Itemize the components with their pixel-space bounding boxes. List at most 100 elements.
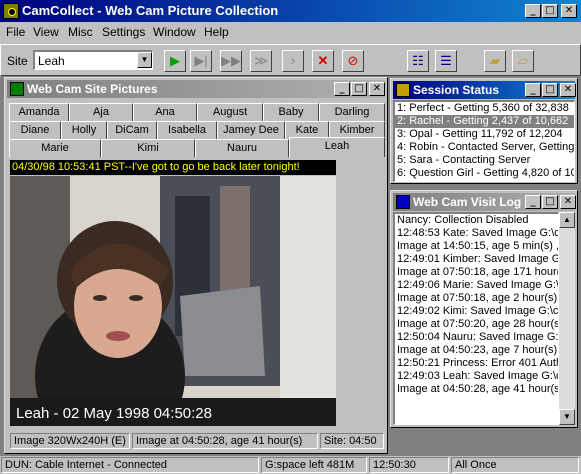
- tab-dicam[interactable]: DiCam: [107, 121, 157, 139]
- folder-button[interactable]: ▱: [512, 50, 534, 72]
- tab-jamey-dee[interactable]: Jamey Dee: [217, 121, 285, 139]
- visit-log-title-bar[interactable]: Web Cam Visit Log _ □ ✕: [393, 193, 576, 211]
- session-close-button[interactable]: ✕: [560, 83, 576, 97]
- folder-icon: ▱: [518, 53, 528, 68]
- session-list[interactable]: 1: Perfect - Getting 5,360 of 32,838 2: …: [393, 100, 575, 182]
- fast-forward-button[interactable]: ≫: [250, 50, 272, 72]
- site-pictures-close-button[interactable]: ✕: [369, 82, 385, 96]
- close-button[interactable]: ✕: [561, 4, 577, 18]
- log-entry: Image at 04:50:23, age 7 hour(s) , d: [397, 344, 559, 356]
- log-entry: 12:48:53 Kate: Saved Image G:\ca: [397, 227, 559, 239]
- log-entry: 12:49:01 Kimber: Saved Image G:\c: [397, 253, 559, 265]
- site-label: Site: [7, 54, 28, 68]
- list-icon: ☰: [440, 53, 452, 68]
- connection-status: DUN: Cable Internet - Connected: [1, 457, 259, 473]
- tab-ana[interactable]: Ana: [133, 103, 197, 121]
- log-entry: 12:49:03 Leah: Saved Image G:\ca: [397, 370, 559, 382]
- tab-marie[interactable]: Marie: [9, 139, 101, 157]
- image-caption: Leah - 02 May 1998 04:50:28: [16, 405, 212, 422]
- status-bar: DUN: Cable Internet - Connected G:space …: [0, 456, 581, 474]
- site-pictures-title: Web Cam Site Pictures: [27, 82, 158, 96]
- menu-file[interactable]: File: [6, 25, 25, 39]
- log-entry: Image at 07:50:20, age 28 hour(s) ,: [397, 318, 559, 330]
- log-entry: Image at 04:50:28, age 41 hour(s) ,: [397, 383, 559, 395]
- visit-log-window-icon: [396, 195, 410, 209]
- menu-help[interactable]: Help: [204, 25, 229, 39]
- log-minimize-button[interactable]: _: [525, 195, 541, 209]
- tab-leah[interactable]: Leah: [289, 137, 385, 157]
- menu-window[interactable]: Window: [153, 25, 196, 39]
- stop-button[interactable]: ✕: [312, 50, 334, 72]
- site-pictures-window: Web Cam Site Pictures _ □ ✕ Amanda Aja A…: [4, 77, 388, 454]
- tab-diane[interactable]: Diane: [9, 121, 61, 139]
- log-maximize-button[interactable]: □: [542, 195, 558, 209]
- site-select[interactable]: Leah ▼: [33, 50, 153, 70]
- toolbar: Site Leah ▼ ▶ ▶| ▶▶ ≫ › ✕ ⊘ ☷ ☰ ▰ ▱: [0, 44, 581, 76]
- session-item[interactable]: 4: Robin - Contacted Server, Getting H: [395, 141, 574, 154]
- main-title-bar[interactable]: CamCollect - Web Cam Picture Collection …: [0, 0, 581, 22]
- tab-baby[interactable]: Baby: [263, 103, 319, 121]
- step-forward-button[interactable]: ▶|: [190, 50, 212, 72]
- step-forward-icon: ▶|: [194, 53, 208, 68]
- tab-isabella[interactable]: Isabella: [157, 121, 217, 139]
- tab-august[interactable]: August: [197, 103, 263, 121]
- session-status-window: Session Status _ □ ✕ 1: Perfect - Gettin…: [390, 78, 578, 184]
- session-maximize-button[interactable]: □: [542, 83, 558, 97]
- tab-aja[interactable]: Aja: [69, 103, 133, 121]
- tab-amanda[interactable]: Amanda: [9, 103, 69, 121]
- menu-view[interactable]: View: [33, 25, 59, 39]
- site-pictures-maximize-button[interactable]: □: [351, 82, 367, 96]
- scroll-up-icon[interactable]: ▲: [559, 212, 575, 228]
- session-minimize-button[interactable]: _: [525, 83, 541, 97]
- network-icon: ☷: [412, 53, 424, 68]
- play-icon: ▶: [170, 53, 180, 68]
- tab-nauru[interactable]: Nauru: [195, 139, 289, 157]
- session-item[interactable]: 6: Question Girl - Getting 4,820 of 10,5: [395, 167, 574, 180]
- list-view-button[interactable]: ☰: [435, 50, 457, 72]
- tab-kimi[interactable]: Kimi: [101, 139, 195, 157]
- clock-status: 12:50:30: [369, 457, 449, 473]
- disable-button[interactable]: ⊘: [342, 50, 364, 72]
- red-x-icon: ✕: [317, 53, 329, 68]
- maximize-button[interactable]: □: [542, 4, 558, 18]
- log-entry: 12:50:21 Princess: Error 401 Autho: [397, 357, 559, 369]
- tab-darling[interactable]: Darling: [319, 103, 385, 121]
- tab-holly[interactable]: Holly: [61, 121, 107, 139]
- log-entry: Image at 07:50:18, age 171 hour(s): [397, 266, 559, 278]
- camcollect-app-icon[interactable]: [3, 3, 19, 19]
- site-status: Site: 04:50: [320, 433, 384, 449]
- session-item[interactable]: 5: Sara - Contacting Server: [395, 154, 574, 167]
- visit-log-title: Web Cam Visit Log: [413, 195, 522, 209]
- session-status-title-bar[interactable]: Session Status _ □ ✕: [393, 81, 576, 99]
- network-button[interactable]: ☷: [407, 50, 429, 72]
- disk-space-status: G:space left 481M: [261, 457, 367, 473]
- image-age-status: Image at 04:50:28, age 41 hour(s): [132, 433, 318, 449]
- log-vertical-scrollbar[interactable]: ▲ ▼: [559, 212, 575, 425]
- webcam-photo: [10, 176, 336, 426]
- visit-log-list[interactable]: Nancy: Collection Disabled 12:48:53 Kate…: [393, 212, 559, 425]
- no-entry-icon: ⊘: [347, 53, 359, 68]
- minimize-button[interactable]: _: [525, 4, 541, 18]
- session-item-selected[interactable]: 2: Rachel - Getting 2,437 of 10,662: [395, 115, 574, 128]
- app-title: CamCollect - Web Cam Picture Collection: [22, 3, 279, 18]
- site-pictures-minimize-button[interactable]: _: [334, 82, 350, 96]
- skip-forward-button[interactable]: ▶▶: [220, 50, 242, 72]
- site-pictures-title-bar[interactable]: Web Cam Site Pictures _ □ ✕: [7, 80, 385, 98]
- menu-misc[interactable]: Misc: [68, 25, 93, 39]
- log-entry: Nancy: Collection Disabled: [397, 214, 529, 226]
- menu-settings[interactable]: Settings: [102, 25, 145, 39]
- log-entry: 12:50:04 Nauru: Saved Image G:\ca: [397, 331, 559, 343]
- open-folder-button[interactable]: ▰: [484, 50, 506, 72]
- site-pictures-window-icon: [10, 82, 24, 96]
- play-button[interactable]: ▶: [164, 50, 186, 72]
- session-item[interactable]: 1: Perfect - Getting 5,360 of 32,838: [395, 102, 574, 115]
- log-close-button[interactable]: ✕: [560, 195, 576, 209]
- log-entry: 12:49:02 Kimi: Saved Image G:\cal: [397, 305, 559, 317]
- folder-open-icon: ▰: [490, 53, 500, 68]
- scroll-down-icon[interactable]: ▼: [559, 409, 575, 425]
- chevron-down-icon[interactable]: ▼: [137, 52, 152, 68]
- session-status-window-icon: [396, 83, 410, 97]
- image-timestamp: 04/30/98 10:53:41 PST--I've got to go be…: [10, 160, 336, 175]
- session-item[interactable]: 3: Opal - Getting 11,792 of 12,204: [395, 128, 574, 141]
- next-button[interactable]: ›: [282, 50, 304, 72]
